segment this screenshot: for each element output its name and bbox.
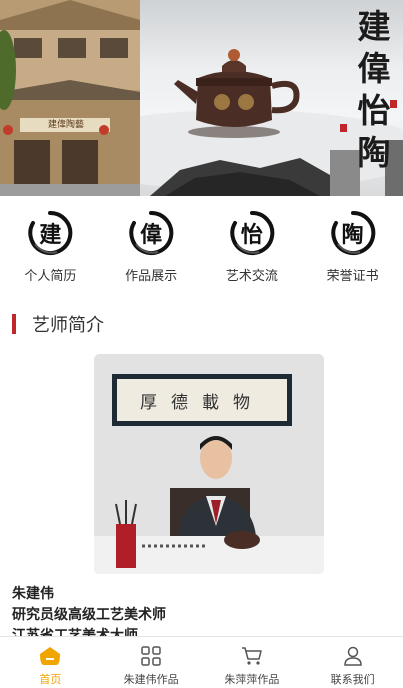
nav-item-works[interactable]: 偉 作品展示 — [101, 196, 201, 292]
tab-label: 首页 — [39, 673, 62, 686]
section-header: 艺师简介 — [12, 312, 104, 336]
cart-icon — [241, 647, 262, 665]
section-title: 艺师简介 — [32, 315, 104, 336]
banner-title-char: 偉 — [357, 49, 391, 88]
nav-item-honors[interactable]: 陶 荣誉证书 — [303, 196, 403, 292]
tab-zhujianwei-works[interactable]: 朱建伟作品 — [101, 637, 202, 688]
ink-circle-icon: 怡 — [229, 210, 275, 256]
building-sign: 建偉陶藝 — [47, 120, 84, 130]
section-accent-bar — [12, 314, 16, 334]
bottom-tab-bar: 首页 朱建伟作品 朱萍萍作品 联系我们 — [0, 636, 403, 688]
user-icon — [343, 646, 362, 666]
banner-title-char: 怡 — [357, 91, 391, 130]
calligraphy-text: 厚德載物 — [140, 392, 264, 413]
tab-home[interactable]: 首页 — [0, 637, 101, 688]
nav-item-exchange[interactable]: 怡 艺术交流 — [202, 196, 302, 292]
tab-contact-us[interactable]: 联系我们 — [302, 637, 403, 688]
tab-zhupingping-works[interactable]: 朱萍萍作品 — [202, 637, 303, 688]
home-icon — [40, 647, 61, 665]
banner[interactable]: 建偉陶藝 建 偉 怡 陶 — [0, 0, 403, 196]
tab-label: 朱萍萍作品 — [224, 673, 280, 686]
tab-label: 联系我们 — [330, 673, 375, 686]
category-nav: 建 个人简历 偉 作品展示 怡 艺术交流 陶 荣誉证书 — [0, 196, 403, 292]
nav-glyph: 陶 — [341, 222, 364, 248]
ink-circle-icon: 建 — [27, 210, 73, 256]
banner-illustration — [0, 0, 403, 196]
artist-name: 朱建伟 — [12, 586, 54, 602]
nav-label: 作品展示 — [125, 269, 178, 284]
tab-label: 朱建伟作品 — [123, 673, 179, 686]
nav-glyph: 怡 — [240, 222, 263, 248]
banner-title-char: 陶 — [357, 133, 391, 172]
nav-label: 个人简历 — [24, 269, 77, 284]
banner-title-char: 建 — [357, 7, 391, 46]
banner-title: 建 偉 怡 陶 — [356, 6, 392, 174]
grid-icon — [141, 646, 161, 666]
nav-glyph: 建 — [39, 222, 62, 248]
nav-label: 荣誉证书 — [326, 269, 379, 284]
artist-title: 研究员级高级工艺美术师 — [12, 607, 166, 623]
nav-glyph: 偉 — [140, 222, 163, 248]
artist-photo: 厚德載物 — [94, 354, 324, 574]
nav-item-resume[interactable]: 建 个人简历 — [0, 196, 100, 292]
ink-circle-icon: 偉 — [128, 210, 174, 256]
nav-label: 艺术交流 — [225, 269, 278, 284]
ink-circle-icon: 陶 — [330, 210, 376, 256]
